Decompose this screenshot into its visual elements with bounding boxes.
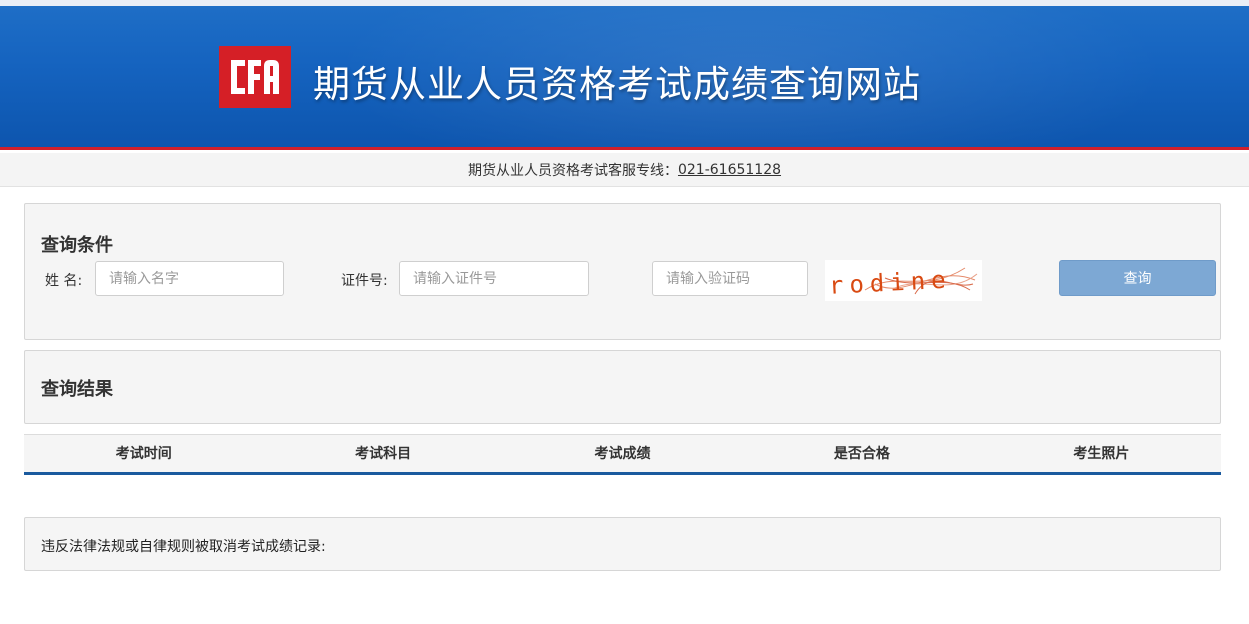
query-conditions-heading: 查询条件 [41,235,113,256]
column-exam-score: 考试成绩 [594,446,651,462]
captcha-input[interactable] [652,261,808,296]
cfa-logo-mark [231,60,279,94]
captcha-text: rodine [828,265,952,299]
site-title: 期货从业人员资格考试成绩查询网站 [313,63,921,106]
query-results-heading: 查询结果 [41,379,113,400]
results-table-header: 考试时间 考试科目 考试成绩 是否合格 考生照片 [24,434,1221,475]
captcha-image[interactable]: rodine [825,260,982,301]
cfa-logo [219,46,291,108]
hotline-bar: 期货从业人员资格考试客服专线： 021-61651128 [0,153,1249,187]
hotline-number-link[interactable]: 021-61651128 [678,162,781,178]
id-number-input[interactable] [399,261,589,296]
column-candidate-photo: 考生照片 [1073,446,1130,462]
query-conditions-panel: 查询条件 姓 名: 证件号: rodine 查询 [24,203,1221,340]
header-banner: 期货从业人员资格考试成绩查询网站 [0,0,1249,150]
hotline-label: 期货从业人员资格考试客服专线： [467,162,678,179]
column-exam-time: 考试时间 [115,446,172,462]
name-input[interactable] [95,261,284,296]
name-label: 姓 名: [45,273,83,289]
column-pass-status: 是否合格 [833,446,890,462]
revoked-records-text: 违反法律法规或自律规则被取消考试成绩记录: [41,539,326,555]
query-button[interactable]: 查询 [1059,260,1216,296]
revoked-records-panel: 违反法律法规或自律规则被取消考试成绩记录: [24,517,1221,571]
column-exam-subject: 考试科目 [355,446,412,462]
query-results-panel: 查询结果 [24,350,1221,424]
id-number-label: 证件号: [341,273,388,289]
